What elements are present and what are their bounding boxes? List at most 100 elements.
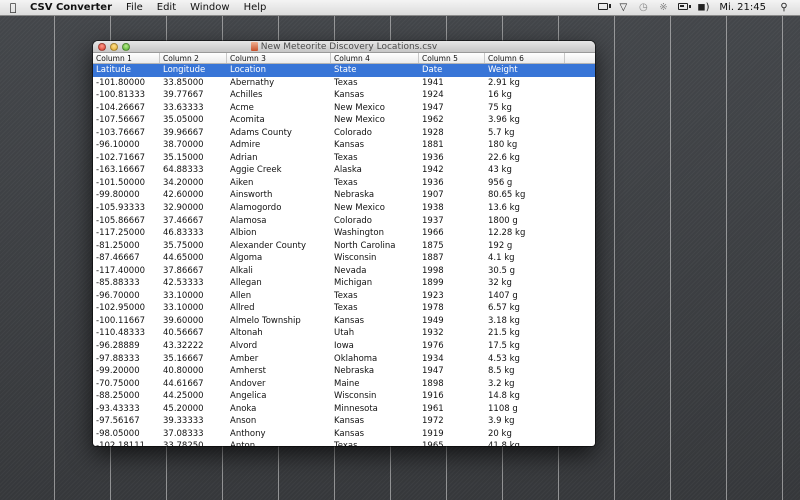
table-row[interactable]: -104.26667 33.63333 Acme New Mexico 1947 75 k…: [93, 102, 595, 115]
table-row[interactable]: -100.81333 39.77667 Achilles Kansas 1924 16 k…: [93, 89, 595, 102]
table-cell[interactable]: 39.33333: [160, 415, 227, 428]
table-cell[interactable]: Anson: [227, 415, 331, 428]
table-cell[interactable]: 1947: [419, 365, 485, 378]
table-cell[interactable]: 1978: [419, 302, 485, 315]
table-cell[interactable]: 1962: [419, 114, 485, 127]
table-row[interactable]: -101.50000 34.20000 Aiken Texas 1936 956 g: [93, 177, 595, 190]
table-cell[interactable]: 30.5 g: [485, 265, 565, 278]
table-cell[interactable]: 1976: [419, 340, 485, 353]
table-cell[interactable]: Utah: [331, 327, 419, 340]
table-cell[interactable]: Colorado: [331, 127, 419, 140]
table-cell[interactable]: Texas: [331, 302, 419, 315]
table-cell[interactable]: -104.26667: [93, 102, 160, 115]
table-cell[interactable]: Kansas: [331, 415, 419, 428]
table-cell[interactable]: 1800 g: [485, 215, 565, 228]
table-cell[interactable]: New Mexico: [331, 202, 419, 215]
table-cell[interactable]: 35.75000: [160, 240, 227, 253]
table-row[interactable]: -105.93333 32.90000 Alamogordo New Mexico 19…: [93, 202, 595, 215]
table-row[interactable]: -87.46667 44.65000 Algoma Wisconsin 1887 4.1 …: [93, 252, 595, 265]
table-cell[interactable]: 1881: [419, 139, 485, 152]
table-cell[interactable]: 40.80000: [160, 365, 227, 378]
table-cell[interactable]: Date: [419, 64, 485, 77]
table-cell[interactable]: Allegan: [227, 277, 331, 290]
table-cell[interactable]: -117.40000: [93, 265, 160, 278]
table-cell[interactable]: Acomita: [227, 114, 331, 127]
table-cell[interactable]: 1937: [419, 215, 485, 228]
table-cell[interactable]: 1928: [419, 127, 485, 140]
table-cell[interactable]: Michigan: [331, 277, 419, 290]
table-cell[interactable]: -98.05000: [93, 428, 160, 441]
table-row[interactable]: -101.80000 33.85000 Abernathy Texas 1941 2.91…: [93, 77, 595, 90]
table-cell[interactable]: Acme: [227, 102, 331, 115]
table-row[interactable]: -85.88333 42.53333 Allegan Michigan 1899 32 k…: [93, 277, 595, 290]
table-cell[interactable]: -117.25000: [93, 227, 160, 240]
table-row[interactable]: -99.20000 40.80000 Amherst Nebraska 1947 8.5 …: [93, 365, 595, 378]
table-cell[interactable]: Maine: [331, 378, 419, 391]
table-cell[interactable]: Admire: [227, 139, 331, 152]
table-cell[interactable]: 75 kg: [485, 102, 565, 115]
column-header[interactable]: Column 2: [160, 53, 227, 63]
close-button[interactable]: [98, 43, 106, 51]
table-cell[interactable]: Kansas: [331, 428, 419, 441]
table-cell[interactable]: 42.53333: [160, 277, 227, 290]
minimize-button[interactable]: [110, 43, 118, 51]
table-row[interactable]: -70.75000 44.61667 Andover Maine 1898 3.2 kg: [93, 378, 595, 391]
table-cell[interactable]: 1942: [419, 164, 485, 177]
table-cell[interactable]: 34.20000: [160, 177, 227, 190]
menu-file[interactable]: File: [119, 0, 150, 16]
table-cell[interactable]: 1949: [419, 315, 485, 328]
table-cell[interactable]: 956 g: [485, 177, 565, 190]
table-cell[interactable]: Alvord: [227, 340, 331, 353]
table-cell[interactable]: 6.57 kg: [485, 302, 565, 315]
table-cell[interactable]: Latitude: [93, 64, 160, 77]
table-cell[interactable]: 2.91 kg: [485, 77, 565, 90]
table-cell[interactable]: -102.18111: [93, 440, 160, 446]
table-cell[interactable]: Albion: [227, 227, 331, 240]
table-cell[interactable]: Andover: [227, 378, 331, 391]
table-cell[interactable]: Anton: [227, 440, 331, 446]
table-cell[interactable]: 1965: [419, 440, 485, 446]
table-cell[interactable]: Wisconsin: [331, 390, 419, 403]
table-cell[interactable]: -101.50000: [93, 177, 160, 190]
table-cell[interactable]: 44.65000: [160, 252, 227, 265]
table-cell[interactable]: Kansas: [331, 315, 419, 328]
table-cell[interactable]: 32.90000: [160, 202, 227, 215]
table-cell[interactable]: 1972: [419, 415, 485, 428]
table-cell[interactable]: 16 kg: [485, 89, 565, 102]
table-cell[interactable]: Altonah: [227, 327, 331, 340]
table-cell[interactable]: 3.9 kg: [485, 415, 565, 428]
table-cell[interactable]: 4.1 kg: [485, 252, 565, 265]
table-cell[interactable]: -85.88333: [93, 277, 160, 290]
table-cell[interactable]: 1907: [419, 189, 485, 202]
table-row[interactable]: -100.11667 39.60000 Almelo Township Kansas 1…: [93, 315, 595, 328]
table-cell[interactable]: 8.5 kg: [485, 365, 565, 378]
table-cell[interactable]: Kansas: [331, 89, 419, 102]
table-cell[interactable]: Anthony: [227, 428, 331, 441]
table-cell[interactable]: -93.43333: [93, 403, 160, 416]
table-cell[interactable]: Angelica: [227, 390, 331, 403]
table-cell[interactable]: -102.71667: [93, 152, 160, 165]
zoom-button[interactable]: [122, 43, 130, 51]
table-cell[interactable]: Texas: [331, 440, 419, 446]
table-cell[interactable]: 5.7 kg: [485, 127, 565, 140]
table-cell[interactable]: 1961: [419, 403, 485, 416]
table-cell[interactable]: 35.05000: [160, 114, 227, 127]
table-row[interactable]: -117.40000 37.86667 Alkali Nevada 1998 30.5 g: [93, 265, 595, 278]
table-cell[interactable]: 1887: [419, 252, 485, 265]
table-cell[interactable]: Achilles: [227, 89, 331, 102]
table-cell[interactable]: Washington: [331, 227, 419, 240]
table-cell[interactable]: 32 kg: [485, 277, 565, 290]
table-cell[interactable]: 33.85000: [160, 77, 227, 90]
table-cell[interactable]: -105.86667: [93, 215, 160, 228]
table-row[interactable]: -107.56667 35.05000 Acomita New Mexico 1962 3…: [93, 114, 595, 127]
table-cell[interactable]: Iowa: [331, 340, 419, 353]
table-cell[interactable]: Ainsworth: [227, 189, 331, 202]
table-cell[interactable]: 37.08333: [160, 428, 227, 441]
table-cell[interactable]: 64.88333: [160, 164, 227, 177]
bluetooth-icon[interactable]: ※: [653, 0, 673, 16]
table-cell[interactable]: Allred: [227, 302, 331, 315]
menu-edit[interactable]: Edit: [150, 0, 183, 16]
table-cell[interactable]: 33.63333: [160, 102, 227, 115]
table-cell[interactable]: Alamosa: [227, 215, 331, 228]
table-cell[interactable]: 42.60000: [160, 189, 227, 202]
